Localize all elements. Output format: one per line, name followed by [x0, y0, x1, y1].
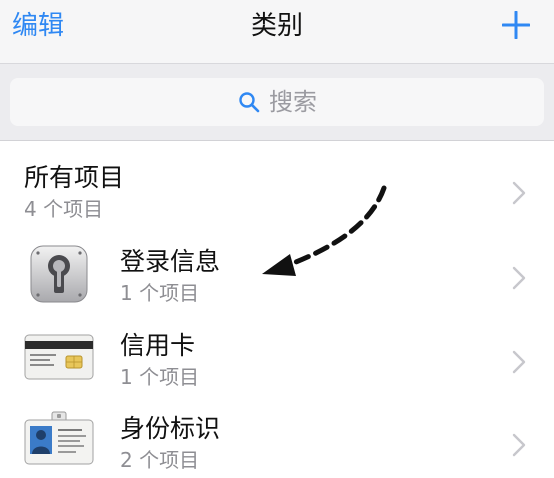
- chevron-right-icon: [512, 350, 526, 374]
- search-input-content: 搜索: [10, 78, 544, 126]
- credit-card-count: 1 个项目: [120, 365, 200, 389]
- login-count: 1 个项目: [120, 281, 200, 305]
- identity-title: 身份标识: [120, 414, 221, 443]
- navigation-bar: 编辑 类别: [0, 0, 554, 64]
- search-input[interactable]: 搜索: [10, 78, 544, 126]
- all-items-title: 所有项目: [24, 163, 125, 192]
- list-item-identity[interactable]: 身份标识 2 个项目: [0, 399, 554, 478]
- page-title: 类别: [250, 11, 303, 41]
- list-item-all[interactable]: 所有项目 4 个项目: [0, 141, 554, 229]
- identity-count: 2 个项目: [120, 448, 200, 472]
- credit-card-title: 信用卡: [120, 331, 196, 360]
- login-title: 登录信息: [120, 247, 221, 276]
- chevron-right-icon: [512, 181, 526, 205]
- chevron-right-icon: [512, 433, 526, 457]
- keyhole-lock-icon: [30, 245, 88, 303]
- credit-card-icon: [24, 334, 94, 380]
- search-placeholder: 搜索: [269, 88, 317, 116]
- category-list: 所有项目 4 个项目 登录信息 1 个项目 信用卡 1 个项目 身份标识 2 个…: [0, 141, 554, 478]
- search-bar: 搜索: [0, 64, 554, 141]
- list-item-login[interactable]: 登录信息 1 个项目: [0, 229, 554, 315]
- list-item-credit-card[interactable]: 信用卡 1 个项目: [0, 315, 554, 399]
- search-icon: [239, 92, 260, 113]
- screen: 编辑 类别 搜索 所有项目 4 个项目 登录信息 1 个项目 信用卡 1 个项目…: [0, 0, 554, 478]
- chevron-right-icon: [512, 266, 526, 290]
- plus-icon[interactable]: [502, 11, 530, 39]
- all-items-count: 4 个项目: [24, 197, 104, 221]
- id-badge-icon: [24, 411, 94, 465]
